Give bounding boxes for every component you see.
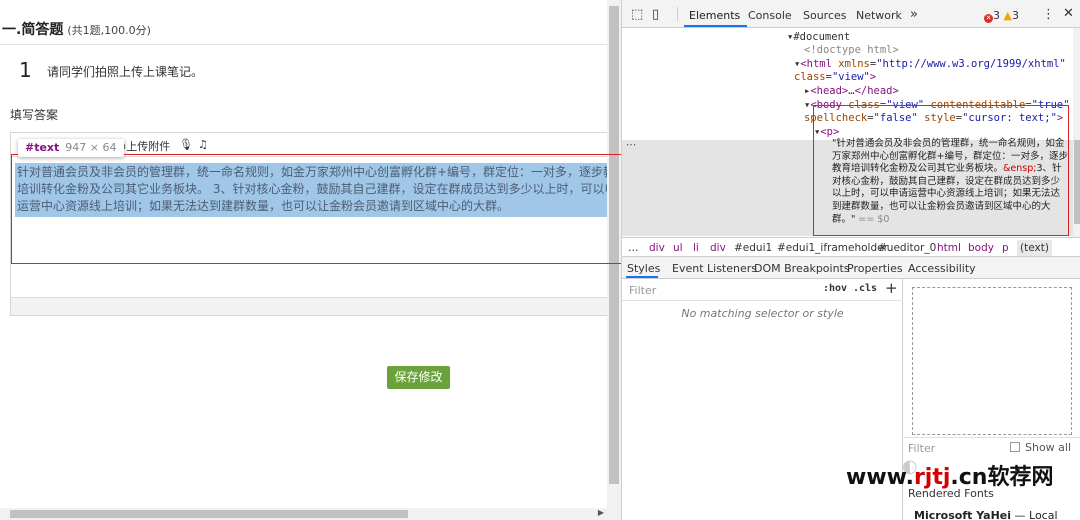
breadcrumb-ul[interactable]: ul — [673, 242, 683, 254]
breadcrumb: … div ul li div #edui1 #edui1_iframehold… — [622, 237, 1080, 257]
more-tabs-button[interactable]: » — [910, 7, 918, 22]
tooltip-size: 947 × 64 — [65, 141, 117, 154]
tab-sources[interactable]: Sources — [803, 9, 847, 22]
rendered-font-entry: Microsoft YaHei — Local — [914, 509, 1058, 520]
device-toolbar-icon[interactable]: ▯ — [652, 7, 659, 22]
styles-filter-input[interactable]: Filter — [629, 284, 656, 297]
warning-count: 3 — [1011, 9, 1019, 22]
close-icon[interactable]: ✕ — [1063, 6, 1074, 21]
active-subtab-indicator — [626, 276, 658, 278]
box-model-diagram — [912, 287, 1072, 435]
divider — [904, 437, 1080, 438]
section-title-text: 一.简答题 — [2, 22, 64, 38]
dom-tree-scrollbar[interactable] — [1073, 28, 1080, 237]
annotation-box-right — [813, 105, 1069, 236]
inspect-tooltip: #text 947 × 64 — [18, 139, 124, 157]
warning-icon: ▲ — [1003, 9, 1012, 22]
inspect-element-icon[interactable]: ⬚ — [631, 7, 643, 22]
watermark: www.rjtj.cn软荐网 — [846, 465, 1054, 490]
show-all-checkbox[interactable] — [1010, 442, 1020, 452]
breadcrumb-p[interactable]: p — [1002, 242, 1009, 254]
attach-label: 上传附件 — [126, 140, 171, 153]
font-source: — Local — [1014, 509, 1058, 520]
question-number: 1 — [19, 58, 32, 82]
section-meta: (共1题,100.0分) — [67, 24, 151, 37]
breadcrumb-text[interactable]: (text) — [1017, 240, 1052, 256]
dom-html[interactable]: ▾<html xmlns="http://www.w3.org/1999/xht… — [794, 58, 1066, 70]
active-tab-indicator — [684, 25, 747, 27]
scroll-right-icon[interactable]: ▶ — [598, 508, 604, 517]
new-rule-button[interactable]: + — [885, 279, 898, 297]
dom-doctype[interactable]: <!doctype html> — [804, 44, 899, 56]
tooltip-node-name: #text — [25, 141, 60, 154]
breadcrumb-html[interactable]: html — [937, 242, 961, 254]
devtools-tabbar: ⬚ ▯ Elements Console Sources Network » ✕… — [622, 0, 1080, 28]
breadcrumb-div[interactable]: div — [649, 242, 665, 254]
attach-button[interactable]: ⊖上传附件 — [117, 138, 170, 154]
toolbar-divider — [677, 7, 678, 21]
answer-label: 填写答案 — [10, 108, 59, 122]
font-name: Microsoft YaHei — [914, 509, 1012, 520]
error-icon: ✕ — [984, 14, 993, 23]
tab-accessibility[interactable]: Accessibility — [908, 262, 976, 275]
error-counter[interactable]: ✕ 3 ▲3 — [984, 9, 1019, 23]
cls-toggle[interactable]: .cls — [853, 283, 877, 294]
breadcrumb-body[interactable]: body — [968, 242, 994, 254]
breadcrumb-iframeholder[interactable]: #edui1_iframeholder — [777, 242, 888, 254]
tab-properties[interactable]: Properties — [847, 262, 903, 275]
breadcrumb-edui1[interactable]: #edui1 — [734, 242, 772, 254]
show-all-label: Show all — [1025, 441, 1072, 454]
node-actions-ellipsis[interactable]: ⋯ — [626, 139, 637, 151]
scrollbar-thumb[interactable] — [10, 510, 408, 518]
save-button[interactable]: 保存修改 — [387, 366, 450, 389]
no-match-message: No matching selector or style — [681, 307, 844, 320]
breadcrumb-more[interactable]: … — [628, 242, 639, 254]
annotation-box-left — [11, 154, 621, 264]
scrollbar-thumb[interactable] — [1074, 140, 1080, 224]
hov-toggle[interactable]: :hov — [823, 283, 847, 294]
kebab-menu-icon[interactable]: ⋮ — [1042, 7, 1055, 22]
music-icon[interactable]: ♫ — [198, 138, 208, 151]
styles-filter-row: Filter :hov .cls + — [622, 279, 903, 301]
tab-dom-breakpoints[interactable]: DOM Breakpoints — [754, 262, 850, 275]
horizontal-scrollbar[interactable]: ▶ — [0, 508, 607, 520]
editor-statusbar — [11, 297, 609, 315]
section-title: 一.简答题 (共1题,100.0分) — [2, 19, 151, 39]
computed-filter-input[interactable]: Filter — [908, 442, 935, 455]
breadcrumb-li[interactable]: li — [693, 242, 699, 254]
dom-document[interactable]: ▾#document — [787, 31, 850, 43]
dom-html-class[interactable]: class="view"> — [794, 71, 876, 83]
tab-console[interactable]: Console — [748, 9, 792, 22]
sidebar-tabbar: Styles Event Listeners DOM Breakpoints P… — [622, 257, 1080, 279]
tab-network[interactable]: Network — [856, 9, 902, 22]
tab-event-listeners[interactable]: Event Listeners — [672, 262, 757, 275]
divider — [0, 44, 607, 45]
exam-page: 一.简答题(共1题,100.0分) 1 请同学们拍照上传上课笔记。 填写答案 ▣… — [0, 0, 621, 520]
breadcrumb-div[interactable]: div — [710, 242, 726, 254]
tab-elements[interactable]: Elements — [689, 9, 740, 22]
devtools-panel: ⬚ ▯ Elements Console Sources Network » ✕… — [621, 0, 1080, 520]
microphone-icon[interactable]: 🎙 — [179, 138, 193, 151]
dom-head[interactable]: ▸<head>…</head> — [804, 85, 899, 97]
error-count: 3 — [993, 9, 1000, 22]
tab-styles[interactable]: Styles — [627, 262, 660, 275]
breadcrumb-ueditor[interactable]: #ueditor_0 — [878, 242, 936, 254]
question-text: 请同学们拍照上传上课笔记。 — [47, 65, 204, 79]
